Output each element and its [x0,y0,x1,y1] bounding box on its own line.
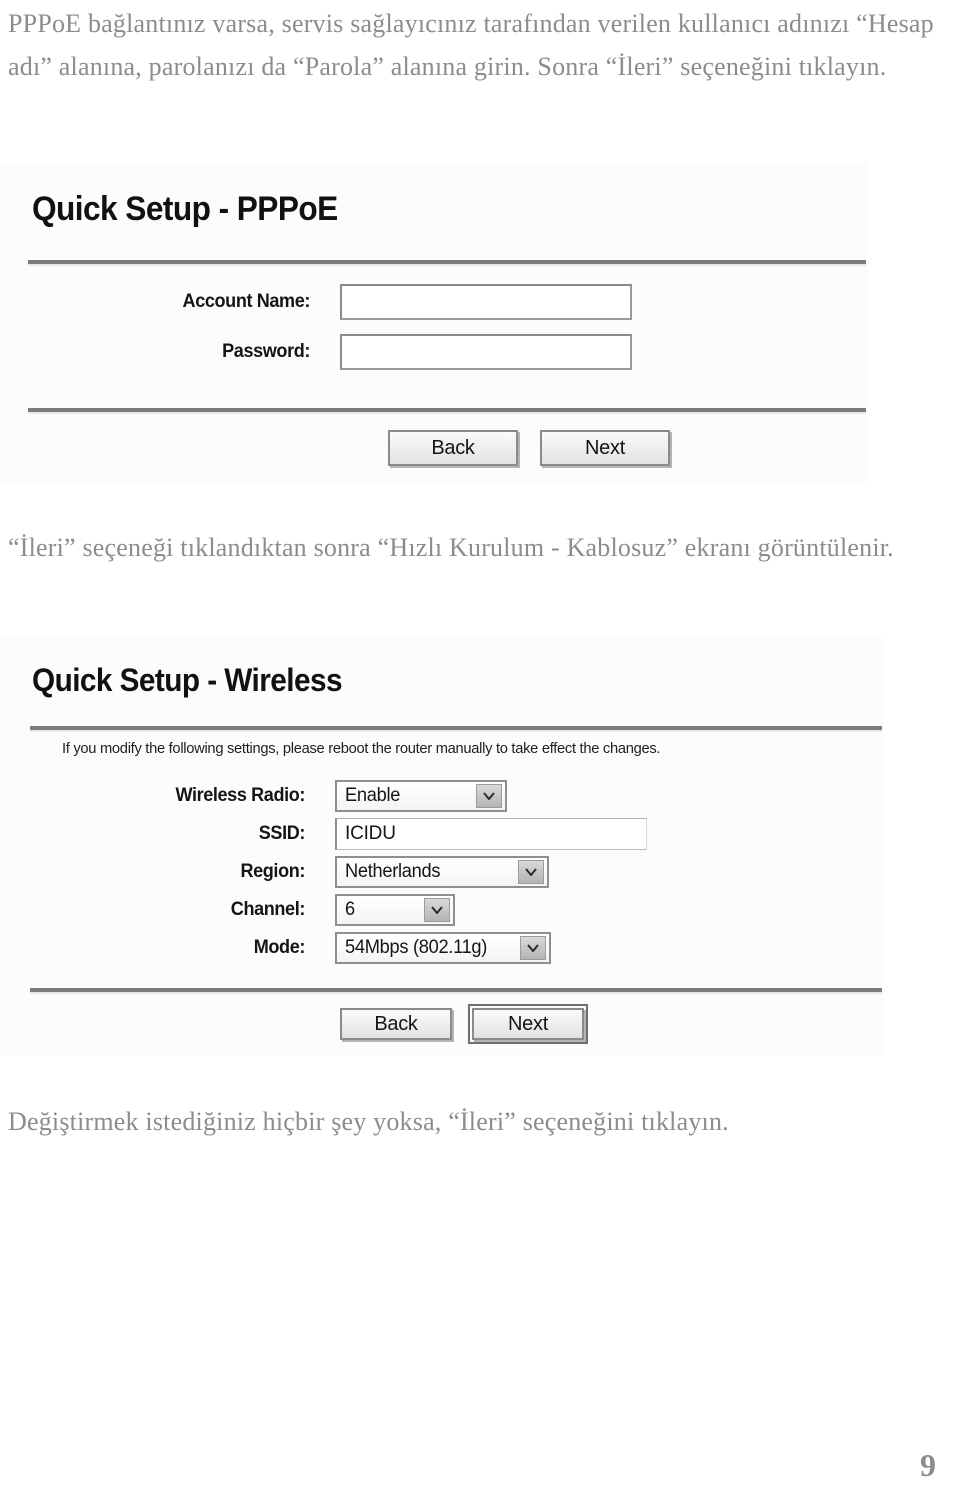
account-name-input[interactable] [340,284,632,320]
wireless-setup-screenshot: Quick Setup - Wireless If you modify the… [0,636,884,1056]
wireless-next-button[interactable]: Next [468,1004,588,1044]
password-label: Password: [222,341,310,362]
page-number: 9 [920,1447,936,1483]
ssid-input[interactable]: ICIDU [335,818,647,850]
account-name-label: Account Name: [182,291,311,312]
pppoe-setup-screenshot: Quick Setup - PPPoE Account Name: Passwo… [0,162,868,484]
pppoe-bottom-divider [28,408,866,412]
region-row: Region: Netherlands [0,856,620,888]
wireless-back-button[interactable]: Back [340,1008,452,1040]
password-input[interactable] [340,334,632,370]
chevron-down-icon[interactable] [476,784,502,808]
chevron-down-icon[interactable] [424,898,450,922]
wireless-button-row: Back Next [340,1004,588,1044]
channel-row: Channel: 6 [0,894,620,926]
closing-paragraph: Değiştirmek istediğiniz hiçbir şey yoksa… [8,1107,729,1136]
chevron-down-icon[interactable] [520,936,546,960]
intro-paragraph: PPPoE bağlantınız varsa, servis sağlayıc… [8,9,934,81]
pppoe-screen-title: Quick Setup - PPPoE [32,190,338,228]
wireless-radio-select[interactable]: Enable [335,780,507,812]
wireless-screen-title: Quick Setup - Wireless [32,662,343,698]
region-label: Region: [240,861,305,882]
mode-select[interactable]: 54Mbps (802.11g) [335,932,551,964]
wireless-radio-row: Wireless Radio: Enable [0,780,620,812]
pppoe-button-row: Back Next [388,430,670,466]
pppoe-back-button[interactable]: Back [388,430,518,466]
account-name-row: Account Name: [0,284,700,320]
region-value: Netherlands [345,861,441,882]
wireless-radio-label: Wireless Radio: [175,785,305,806]
channel-value: 6 [345,899,355,920]
chevron-down-icon[interactable] [518,860,544,884]
mode-value: 54Mbps (802.11g) [345,937,488,958]
wireless-reboot-note: If you modify the following settings, pl… [62,740,661,757]
ssid-label: SSID: [258,823,306,844]
channel-label: Channel: [230,899,306,920]
wireless-radio-value: Enable [345,785,401,806]
password-row: Password: [0,334,700,370]
mid-paragraph: “İleri” seçeneği tıklandıktan sonra “Hız… [8,533,894,562]
mode-row: Mode: 54Mbps (802.11g) [0,932,620,964]
region-select[interactable]: Netherlands [335,856,549,888]
pppoe-next-button[interactable]: Next [540,430,670,466]
wireless-top-divider [30,726,882,730]
ssid-row: SSID: ICIDU [0,818,720,850]
mode-label: Mode: [253,937,306,958]
pppoe-top-divider [28,260,866,264]
channel-select[interactable]: 6 [335,894,455,926]
wireless-bottom-divider [30,988,882,992]
